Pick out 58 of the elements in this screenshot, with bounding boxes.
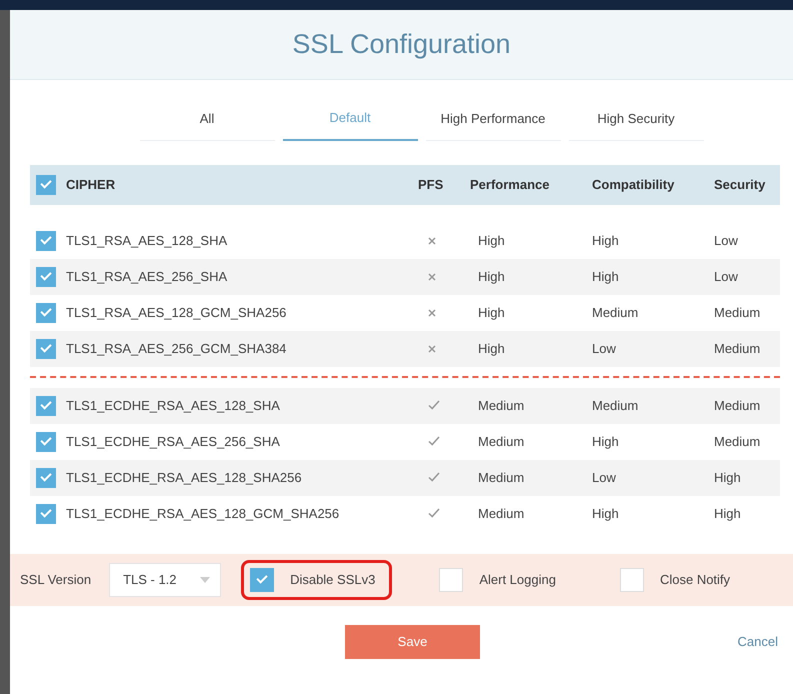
column-header: Compatibility — [592, 176, 674, 192]
column-header: PFS — [418, 176, 444, 192]
table-cell: High — [478, 232, 505, 248]
table-cell: Medium — [714, 304, 760, 320]
table-cell: High — [478, 340, 505, 356]
column-header: Performance — [470, 176, 550, 192]
ssl-version-dropdown[interactable]: TLS - 1.2 — [109, 562, 222, 596]
ssl-version-label: SSL Version — [20, 570, 92, 589]
checkbox-label: Alert Logging — [479, 570, 556, 589]
checkbox[interactable] — [36, 432, 56, 452]
tab[interactable]: High Performance — [426, 102, 560, 140]
table-cell: Low — [714, 268, 738, 284]
table-cell: Medium — [478, 434, 524, 449]
table-cell: High — [592, 434, 619, 449]
table-cell: Medium — [714, 340, 760, 356]
table-cell: Low — [714, 232, 738, 248]
table-cell: High — [478, 268, 505, 284]
checkbox[interactable] — [36, 504, 56, 524]
table-cell: Medium — [592, 304, 638, 320]
table-cell: High — [592, 232, 619, 248]
checkbox[interactable] — [36, 174, 56, 195]
checkbox[interactable] — [36, 266, 56, 287]
checkbox[interactable] — [36, 302, 56, 323]
checkbox[interactable] — [36, 230, 56, 251]
checkbox[interactable] — [36, 396, 56, 416]
tab[interactable]: High Security — [568, 102, 704, 140]
checkbox[interactable] — [36, 468, 56, 488]
table-cell: Medium — [478, 398, 524, 413]
table-cell: High — [714, 506, 741, 521]
table-cell: TLS1_RSA_AES_128_SHA — [66, 232, 228, 248]
cancel-link[interactable]: Cancel — [738, 632, 778, 652]
table-cell: High — [592, 268, 619, 284]
column-header: CIPHER — [66, 176, 116, 192]
table-cell: TLS1_RSA_AES_256_GCM_SHA384 — [66, 340, 286, 356]
tab[interactable]: All — [140, 102, 274, 140]
table-cell: TLS1_ECDHE_RSA_AES_128_GCM_SHA256 — [66, 506, 340, 521]
table-cell: Medium — [592, 398, 638, 413]
table-cell: TLS1_ECDHE_RSA_AES_128_SHA256 — [66, 470, 302, 485]
table-cell: Medium — [478, 470, 524, 485]
table-cell: Low — [592, 340, 616, 356]
checkbox[interactable] — [36, 338, 56, 359]
table-cell: Low — [592, 470, 616, 485]
table-cell: Medium — [478, 506, 524, 521]
table-cell: TLS1_RSA_AES_128_GCM_SHA256 — [66, 304, 286, 320]
table-cell: Medium — [714, 434, 760, 449]
table-cell: TLS1_ECDHE_RSA_AES_256_SHA — [66, 434, 280, 449]
table-cell: TLS1_ECDHE_RSA_AES_128_SHA — [66, 398, 280, 413]
checkbox-label: Disable SSLv3 — [290, 570, 376, 589]
dialog-title: SSL Configuration — [292, 28, 511, 62]
table-cell: TLS1_RSA_AES_256_SHA — [66, 268, 228, 284]
checkbox-label: Close Notify — [660, 570, 730, 589]
table-cell: High — [478, 304, 505, 320]
caret-icon — [200, 576, 210, 582]
table-cell: High — [592, 506, 619, 521]
table-cell: High — [714, 470, 741, 485]
checkbox[interactable] — [250, 568, 274, 592]
table-cell: Medium — [714, 398, 760, 413]
column-header: Security — [714, 176, 766, 192]
